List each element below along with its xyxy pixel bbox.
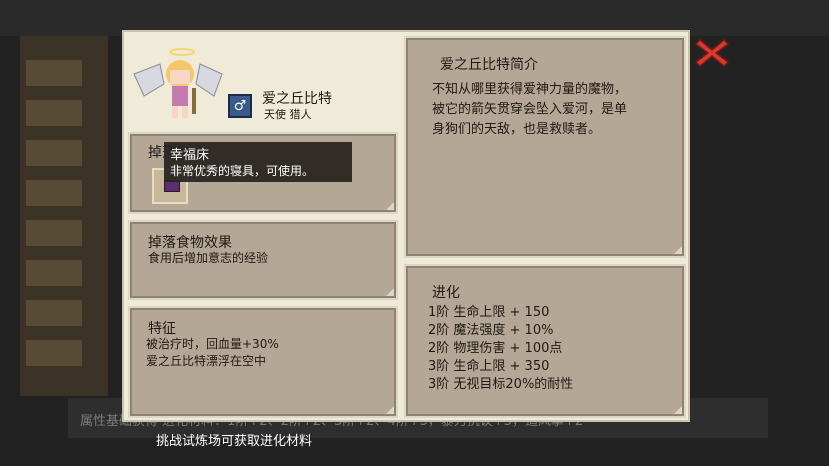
- background-list-item: [26, 60, 82, 86]
- intro-line: 不知从哪里获得爱神力量的魔物，: [432, 82, 628, 97]
- tooltip-description: 非常优秀的寝具，可使用。: [170, 164, 315, 178]
- tooltip-title: 幸福床: [170, 148, 210, 163]
- close-button[interactable]: [694, 36, 730, 70]
- evolution-line: 2阶 物理伤害 + 100点: [428, 341, 563, 356]
- evolution-line: 1阶 生命上限 + 150: [428, 305, 550, 320]
- background-list-item: [26, 340, 82, 366]
- background-list-item: [26, 300, 82, 326]
- background-list-item: [26, 220, 82, 246]
- male-gender-icon: ♂: [228, 94, 252, 118]
- intro-panel-title: 爱之丘比特简介: [440, 57, 538, 73]
- background-list-item: [26, 180, 82, 206]
- trait-line: 爱之丘比特漂浮在空中: [146, 354, 267, 368]
- background-list-item: [26, 260, 82, 286]
- evolution-panel-title: 进化: [432, 285, 460, 301]
- trait-line: 被治疗时，回血量+30%: [146, 337, 279, 351]
- evolution-line: 3阶 无视目标20%的耐性: [428, 377, 574, 392]
- traits-panel-title: 特征: [148, 321, 176, 337]
- character-tags: 天使 猎人: [264, 108, 312, 121]
- cupid-avatar-sprite: [130, 44, 226, 124]
- food-effect-panel-title: 掉落食物效果: [148, 235, 232, 251]
- evolution-line: 3阶 生命上限 + 350: [428, 359, 550, 374]
- evolution-material-hint: 挑战试炼场可获取进化材料: [156, 434, 313, 449]
- background-list-item: [26, 140, 82, 166]
- background-list-item: [26, 100, 82, 126]
- intro-line: 身狗们的天敌，也是救赎者。: [432, 122, 602, 137]
- evolution-line: 2阶 魔法强度 + 10%: [428, 323, 554, 338]
- intro-line: 被它的箭矢贯穿会坠入爱河，是单: [432, 102, 628, 117]
- close-icon: [694, 38, 730, 68]
- food-effect-text: 食用后增加意志的经验: [148, 251, 269, 265]
- character-name: 爱之丘比特: [262, 91, 332, 107]
